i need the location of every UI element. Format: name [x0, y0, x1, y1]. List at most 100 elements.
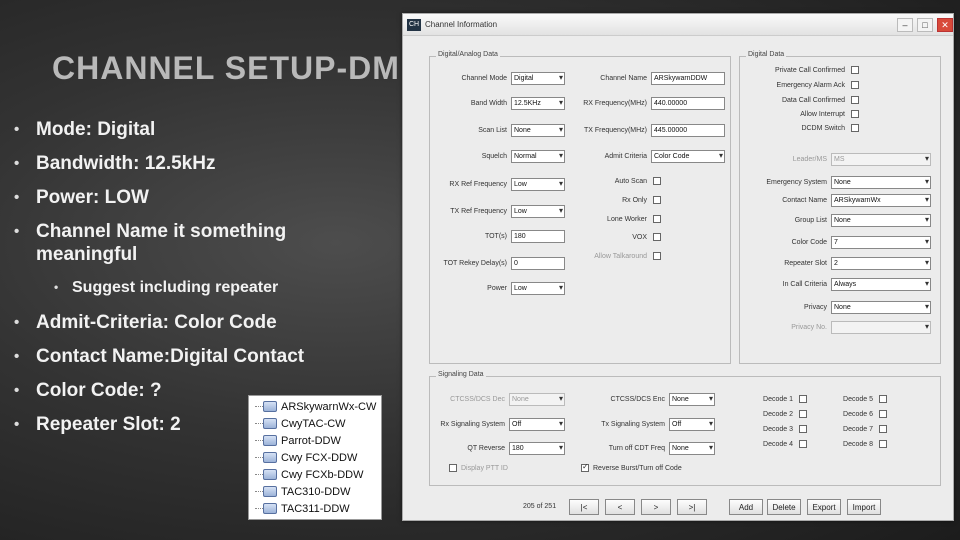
export-button[interactable]: Export: [807, 499, 841, 515]
checkbox-option[interactable]: Auto Scan: [579, 177, 661, 185]
minimize-button[interactable]: –: [897, 17, 913, 32]
dropdown-select[interactable]: MS: [831, 153, 931, 166]
checkbox-option[interactable]: Decode 3: [761, 425, 807, 433]
add-button[interactable]: Add: [729, 499, 763, 515]
checkbox[interactable]: [799, 425, 807, 433]
last-record-button[interactable]: >|: [677, 499, 707, 515]
checkbox[interactable]: [879, 425, 887, 433]
checkbox-option[interactable]: Decode 2: [761, 410, 807, 418]
channel-list-item[interactable]: ARSkywarnWx-CW: [249, 398, 381, 415]
checkbox-option[interactable]: Allow Talkaround: [579, 252, 661, 260]
dropdown-select[interactable]: Low: [511, 282, 565, 295]
dropdown-select[interactable]: None: [669, 442, 715, 455]
channel-list-item[interactable]: TAC311-DDW: [249, 500, 381, 517]
maximize-button[interactable]: □: [917, 17, 933, 32]
dropdown-select[interactable]: 7: [831, 236, 931, 249]
checkbox-option[interactable]: Rx Only: [579, 196, 661, 204]
checkbox-option[interactable]: Decode 4: [761, 440, 807, 448]
text-input[interactable]: 0: [511, 257, 565, 270]
checkbox[interactable]: [851, 124, 859, 132]
checkbox-option[interactable]: Lone Worker: [579, 215, 661, 223]
checkbox-option[interactable]: Decode 8: [841, 440, 887, 448]
channel-icon: [263, 435, 277, 446]
checkbox[interactable]: [851, 110, 859, 118]
channel-list-item[interactable]: TAC310-DDW: [249, 483, 381, 500]
field-label: In Call Criteria: [782, 281, 827, 288]
display-ptt-id-option[interactable]: Display PTT ID: [447, 464, 508, 472]
dropdown-select[interactable]: Always: [831, 278, 931, 291]
reverse-burst-option[interactable]: Reverse Burst/Turn off Code: [579, 462, 682, 472]
channel-list-item[interactable]: CwyTAC-CW: [249, 415, 381, 432]
checkbox[interactable]: [799, 395, 807, 403]
dialog-titlebar: CH Channel Information – □ ✕: [403, 14, 953, 36]
dropdown-select[interactable]: Off: [509, 418, 565, 431]
checkbox[interactable]: [653, 233, 661, 241]
dropdown-select[interactable]: Digital: [511, 72, 565, 85]
record-counter: 205 of 251: [523, 503, 557, 510]
text-input[interactable]: 180: [511, 230, 565, 243]
dropdown-select[interactable]: ARSkywarnWx: [831, 194, 931, 207]
checkbox-option[interactable]: Decode 5: [841, 395, 887, 403]
checkbox[interactable]: [653, 252, 661, 260]
text-input[interactable]: 445.00000: [651, 124, 725, 137]
dropdown-select[interactable]: Low: [511, 205, 565, 218]
dropdown-select[interactable]: None: [831, 301, 931, 314]
checkbox-option[interactable]: VOX: [579, 233, 661, 241]
form-field: Channel Name ARSkywarnDDW: [579, 72, 725, 85]
dropdown-select[interactable]: None: [511, 124, 565, 137]
checkbox[interactable]: [799, 410, 807, 418]
dropdown-select[interactable]: [831, 321, 931, 334]
checkbox-option[interactable]: Data Call Confirmed: [749, 96, 859, 104]
dropdown-select[interactable]: None: [831, 214, 931, 227]
checkbox[interactable]: [879, 410, 887, 418]
dropdown-select[interactable]: None: [669, 393, 715, 406]
checkbox[interactable]: [653, 215, 661, 223]
dropdown-select[interactable]: Normal: [511, 150, 565, 163]
dropdown-select[interactable]: 12.5KHz: [511, 97, 565, 110]
bullet-mode: Mode: Digital: [14, 118, 314, 141]
checkbox-option[interactable]: Allow Interrupt: [749, 110, 859, 118]
channel-list-item[interactable]: Cwy FCXb-DDW: [249, 466, 381, 483]
channel-icon: [263, 469, 277, 480]
checkbox[interactable]: [653, 177, 661, 185]
close-button[interactable]: ✕: [937, 17, 953, 32]
dropdown-select[interactable]: Off: [669, 418, 715, 431]
previous-record-button[interactable]: <: [605, 499, 635, 515]
next-record-button[interactable]: >: [641, 499, 671, 515]
import-button[interactable]: Import: [847, 499, 881, 515]
checkbox[interactable]: [799, 440, 807, 448]
checkbox[interactable]: [879, 440, 887, 448]
text-input[interactable]: ARSkywarnDDW: [651, 72, 725, 85]
dropdown-select[interactable]: Color Code: [651, 150, 725, 163]
checkbox-option[interactable]: Emergency Alarm Ack: [749, 81, 859, 89]
first-record-button[interactable]: |<: [569, 499, 599, 515]
checkbox-option[interactable]: Private Call Confirmed: [749, 66, 859, 74]
checkbox[interactable]: [851, 96, 859, 104]
channel-list-item[interactable]: Cwy FCX-DDW: [249, 449, 381, 466]
channel-list-item[interactable]: Parrot-DDW: [249, 432, 381, 449]
display-ptt-checkbox[interactable]: [449, 464, 457, 472]
checkbox-label: Decode 8: [843, 440, 873, 448]
dropdown-select[interactable]: None: [831, 176, 931, 189]
channel-icon: [263, 418, 277, 429]
checkbox[interactable]: [851, 81, 859, 89]
form-field: Admit Criteria Color Code: [579, 150, 725, 163]
checkbox-option[interactable]: DCDM Switch: [749, 124, 859, 132]
dropdown-select[interactable]: Low: [511, 178, 565, 191]
checkbox-option[interactable]: Decode 6: [841, 410, 887, 418]
field-label: Group List: [794, 217, 827, 224]
delete-button[interactable]: Delete: [767, 499, 801, 515]
dropdown-select[interactable]: None: [509, 393, 565, 406]
dropdown-select[interactable]: 180: [509, 442, 565, 455]
checkbox[interactable]: [851, 66, 859, 74]
checkbox[interactable]: [879, 395, 887, 403]
checkbox-option[interactable]: Decode 1: [761, 395, 807, 403]
reverse-burst-checkbox[interactable]: [581, 462, 589, 472]
checkbox[interactable]: [653, 196, 661, 204]
form-field: Band Width 12.5KHz: [437, 97, 565, 110]
bullet-suggest-repeater: Suggest including repeater: [14, 276, 314, 299]
checkbox-option[interactable]: Decode 7: [841, 425, 887, 433]
dropdown-select[interactable]: 2: [831, 257, 931, 270]
group-label: Digital/Analog Data: [436, 51, 500, 58]
text-input[interactable]: 440.00000: [651, 97, 725, 110]
